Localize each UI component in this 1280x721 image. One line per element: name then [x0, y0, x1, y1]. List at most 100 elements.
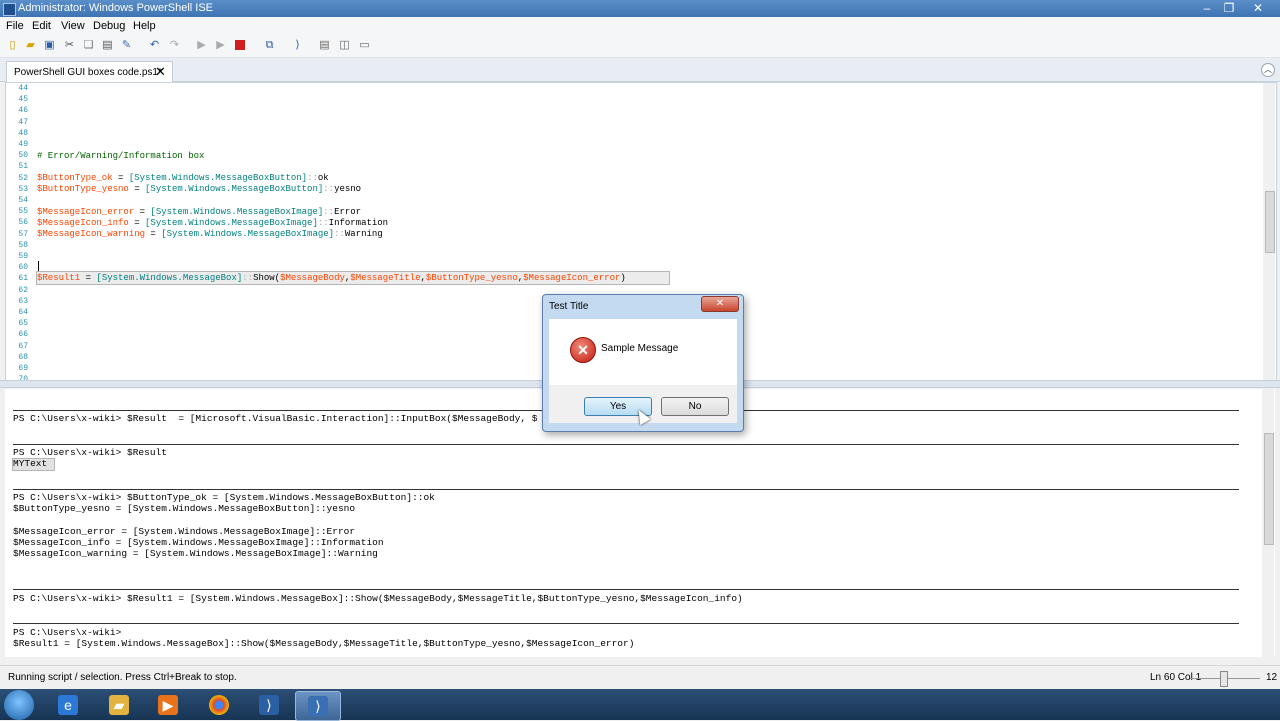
operator-token: =: [128, 218, 146, 228]
variable-token: $MessageIcon_info: [37, 218, 129, 228]
argument-token: $MessageBody: [280, 273, 345, 283]
console-line: PS C:\Users\x-wiki> $Result1 = [System.W…: [13, 593, 743, 604]
operator-token: =: [80, 273, 97, 283]
console-line: $MessageIcon_error = [System.Windows.Mes…: [13, 526, 356, 537]
paren-token: ): [620, 273, 626, 283]
line-number: 67: [18, 341, 28, 351]
zoom-level: 12: [1266, 672, 1278, 683]
type-token: [System.Windows.MessageBoxButton]: [128, 173, 308, 183]
undo-icon[interactable]: ↶: [148, 39, 161, 52]
line-number: 68: [18, 352, 28, 362]
argument-token: $MessageIcon_error: [523, 273, 621, 283]
dialog-close-icon[interactable]: ✕: [701, 296, 739, 312]
script-scrollbar-thumb[interactable]: [1265, 191, 1275, 253]
line-number-gutter: 44 45 46 47 48 49 50 51 52 53 54 55 56 57 58 59 60 61 62 63…: [6, 83, 29, 381]
windows-start-icon[interactable]: [4, 690, 34, 720]
internet-explorer-icon: e: [58, 695, 78, 715]
type-token: [System.Windows.MessageBoxImage]: [145, 218, 318, 228]
line-number: 44: [18, 84, 28, 93]
console-separator: [13, 589, 1239, 590]
type-token: [System.Windows.MessageBoxButton]: [145, 184, 324, 194]
taskbar-powershell-ise[interactable]: ⟩: [295, 691, 341, 721]
window-title-bar[interactable]: Administrator: Windows PowerShell ISE – …: [0, 0, 1280, 17]
pane-max-icon[interactable]: ▭: [358, 39, 371, 52]
operator-token: =: [134, 207, 151, 217]
line-number: 47: [18, 117, 28, 127]
operator-token: =: [128, 184, 146, 194]
variable-token: $MessageIcon_error: [37, 207, 135, 217]
line-number: 56: [18, 218, 28, 228]
taskbar-chrome[interactable]: [197, 691, 241, 719]
menu-help[interactable]: Help: [133, 20, 156, 32]
file-explorer-icon: ▰: [109, 695, 129, 715]
paste-icon[interactable]: ▤: [101, 39, 114, 52]
console-line: PS C:\Users\x-wiki> $Result = [Microsoft…: [13, 413, 538, 424]
cut-icon[interactable]: ✂: [63, 39, 76, 52]
redo-icon[interactable]: ↷: [168, 39, 181, 52]
menu-debug[interactable]: Debug: [93, 20, 125, 32]
new-icon[interactable]: ▯: [6, 39, 19, 52]
line-number: 59: [18, 252, 28, 261]
menu-edit[interactable]: Edit: [32, 20, 51, 32]
console-separator: [13, 623, 1239, 624]
remote-icon[interactable]: ⧉: [263, 39, 276, 52]
powershell-icon: ⟩: [259, 695, 279, 715]
line-number: 62: [18, 285, 28, 295]
media-player-icon: ▶: [158, 695, 178, 715]
type-token: [System.Windows.MessageBoxImage]: [150, 207, 324, 217]
line-number: 46: [18, 106, 28, 116]
run-icon[interactable]: ▶: [195, 39, 208, 52]
console-scrollbar-thumb[interactable]: [1264, 433, 1274, 545]
code-line-61: $Result1 = [System.Windows.MessageBox]::…: [37, 273, 626, 283]
menu-bar: File Edit View Debug Help: [0, 17, 1280, 35]
line-number: 55: [18, 207, 28, 217]
menu-file[interactable]: File: [6, 20, 24, 32]
close-tab-icon[interactable]: ✕: [155, 64, 166, 80]
scope-token: ::: [334, 229, 345, 239]
taskbar-powershell[interactable]: ⟩: [247, 691, 291, 719]
line-number: 64: [18, 308, 28, 317]
collapse-script-pane-icon[interactable]: ︿: [1261, 63, 1275, 77]
zoom-slider-thumb[interactable]: [1220, 671, 1228, 687]
restore-icon[interactable]: ❐: [1218, 0, 1240, 17]
taskbar-media[interactable]: ▶: [146, 691, 190, 719]
menu-view[interactable]: View: [61, 20, 85, 32]
toolbar: ▯ ▰ ▣ ✂ ❏ ▤ ✎ ↶ ↷ ▶ ▶ ⧉ ⟩ ▤ ◫ ▭: [0, 35, 1280, 58]
open-icon[interactable]: ▰: [24, 39, 37, 52]
close-window-icon[interactable]: ✕: [1247, 0, 1269, 17]
operator-token: =: [145, 229, 162, 239]
line-number: 52: [18, 173, 28, 183]
powershell-ise-app-icon: [3, 3, 16, 16]
type-token: [System.Windows.MessageBox]: [96, 273, 243, 283]
status-bar: Running script / selection. Press Ctrl+B…: [0, 665, 1280, 690]
save-icon[interactable]: ▣: [43, 39, 56, 52]
line-number: 61: [18, 274, 28, 284]
taskbar-explorer[interactable]: ▰: [97, 691, 141, 719]
line-number: 65: [18, 319, 28, 329]
pane-right-icon[interactable]: ◫: [338, 39, 351, 52]
script-scrollbar[interactable]: [1263, 83, 1275, 381]
member-token: ok: [317, 173, 329, 183]
clear-icon[interactable]: ✎: [120, 39, 133, 52]
error-icon: ✕: [570, 337, 596, 363]
console-icon[interactable]: ⟩: [291, 39, 304, 52]
copy-icon[interactable]: ❏: [82, 39, 95, 52]
scope-token: ::: [323, 207, 335, 217]
console-line: $ButtonType_yesno = [System.Windows.Mess…: [13, 503, 356, 514]
tab-script-file[interactable]: PowerShell GUI boxes code.ps1* ✕: [6, 61, 173, 82]
line-number: 48: [18, 128, 28, 138]
status-message: Running script / selection. Press Ctrl+B…: [8, 672, 237, 683]
no-button[interactable]: No: [661, 397, 729, 416]
console-scrollbar[interactable]: [1262, 389, 1274, 657]
code-line-53: $ButtonType_yesno = [System.Windows.Mess…: [37, 184, 361, 194]
minimize-icon[interactable]: –: [1196, 0, 1218, 17]
console-separator: [13, 489, 1239, 490]
argument-token: $MessageTitle: [350, 273, 421, 283]
console-line: $Result1 = [System.Windows.MessageBox]::…: [13, 638, 635, 649]
scope-token: ::: [323, 184, 335, 194]
stop-icon[interactable]: [235, 40, 245, 50]
taskbar-ie[interactable]: e: [46, 691, 90, 719]
code-line-56: $MessageIcon_info = [System.Windows.Mess…: [37, 218, 388, 228]
run-selection-icon[interactable]: ▶: [214, 39, 227, 52]
pane-top-icon[interactable]: ▤: [318, 39, 331, 52]
